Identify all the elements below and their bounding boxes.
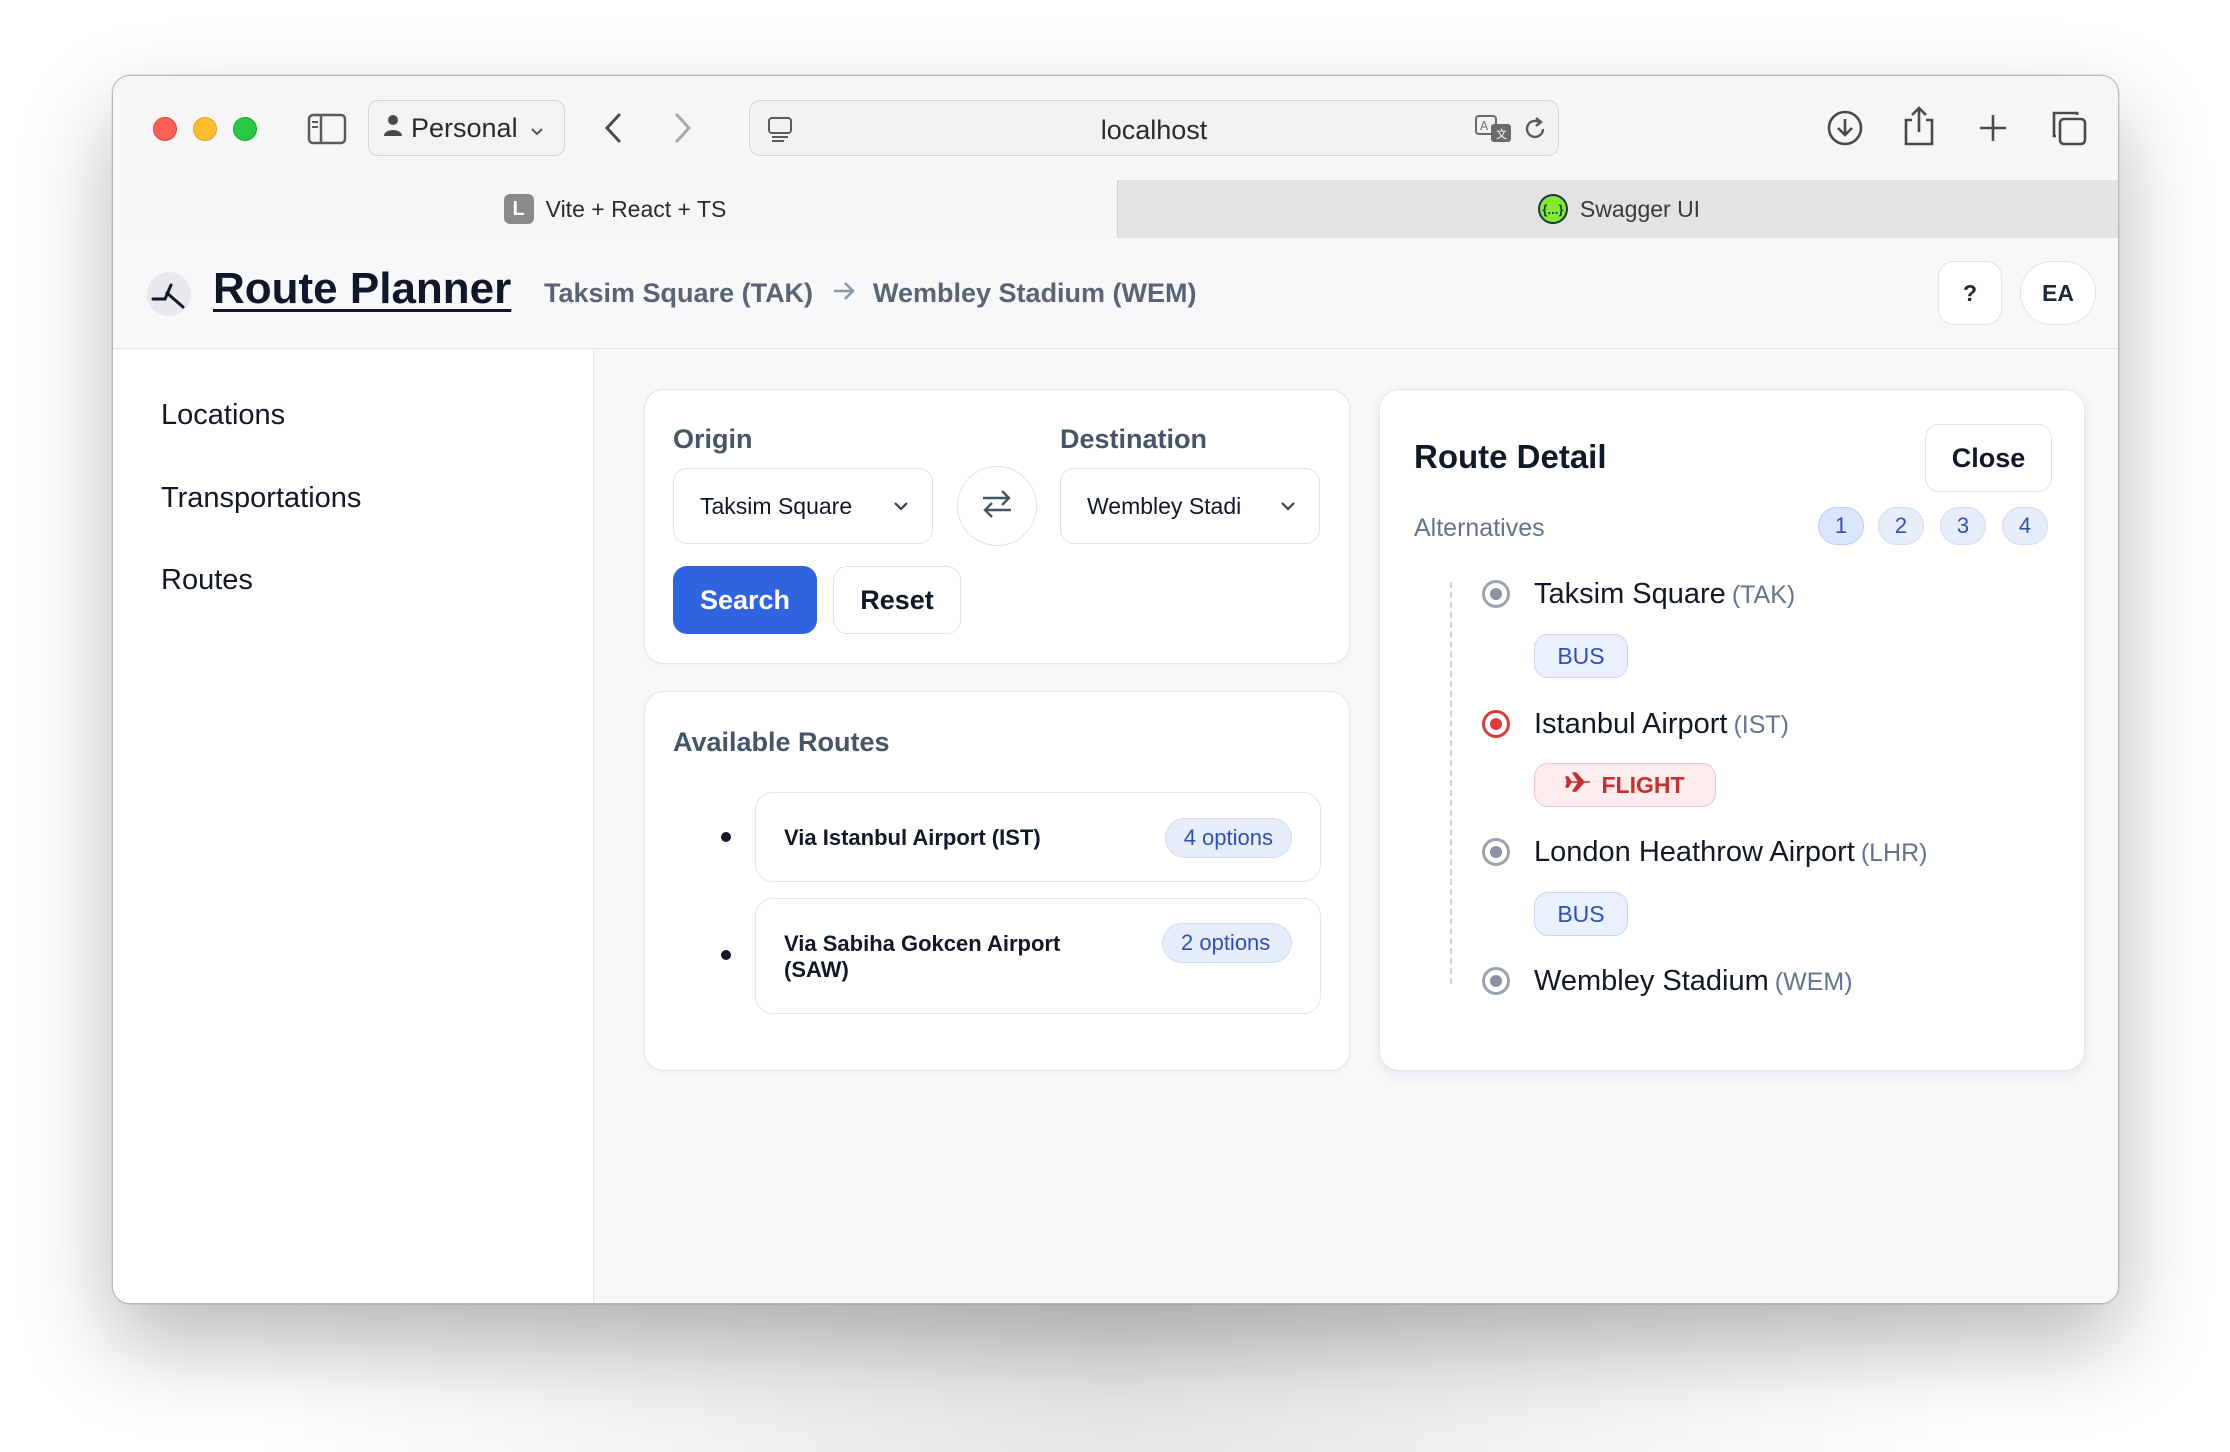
stop-code: (IST)	[1733, 711, 1789, 739]
alternative-1-button[interactable]: 1	[1818, 507, 1864, 545]
svg-text:文: 文	[1496, 127, 1507, 141]
swap-locations-button[interactable]	[957, 466, 1037, 546]
arrow-right-icon	[831, 276, 857, 306]
vite-favicon-icon: L	[503, 194, 534, 224]
origin-value: Taksim Square	[700, 492, 853, 519]
breadcrumb-origin: Taksim Square (TAK)	[544, 278, 814, 308]
back-button[interactable]	[593, 108, 633, 148]
download-icon[interactable]	[1823, 106, 1867, 150]
airplane-icon	[1565, 771, 1591, 799]
stop-code: (LHR)	[1860, 839, 1928, 867]
mode-label: FLIGHT	[1601, 771, 1685, 798]
url-text: localhost	[1100, 115, 1208, 145]
options-badge: 4 options	[1164, 818, 1292, 858]
available-routes-title: Available Routes	[673, 727, 890, 757]
stop-taksim-square: Taksim Square (TAK)	[1534, 578, 1795, 611]
person-icon	[383, 113, 403, 144]
stop-name: London Heathrow Airport	[1534, 836, 1855, 868]
route-name: Via Istanbul Airport (IST)	[784, 825, 1041, 850]
route-logo-icon	[147, 272, 191, 316]
sidebar-toggle-icon[interactable]	[307, 110, 347, 148]
share-icon[interactable]	[1899, 102, 1939, 150]
profile-selector[interactable]: Personal	[368, 100, 565, 156]
tab-overview-icon[interactable]	[2047, 106, 2091, 150]
breadcrumb-destination: Wembley Stadium (WEM)	[873, 278, 1197, 308]
mode-tag-bus: BUS	[1534, 892, 1628, 936]
sidebar: Locations Transportations Routes	[113, 349, 594, 1303]
app-header: Route Planner Taksim Square (TAK) Wemble…	[113, 238, 2118, 349]
origin-select[interactable]: Taksim Square	[673, 468, 933, 544]
stop-marker-active-icon	[1482, 710, 1510, 738]
svg-text:A: A	[1480, 119, 1489, 133]
stop-name: Istanbul Airport	[1534, 708, 1728, 740]
browser-toolbar: Personal localhost A文	[113, 76, 2118, 180]
sidebar-item-routes[interactable]: Routes	[161, 564, 253, 597]
alternatives-label: Alternatives	[1414, 514, 1545, 542]
route-item-ist[interactable]: Via Istanbul Airport (IST) 4 options	[755, 792, 1321, 882]
stop-marker-icon	[1482, 580, 1510, 608]
close-window-button[interactable]	[153, 117, 177, 141]
chevron-down-icon	[1277, 495, 1299, 517]
timeline-line	[1450, 582, 1452, 984]
forward-button[interactable]	[663, 108, 703, 148]
destination-value: Wembley Stadi	[1087, 492, 1242, 519]
stop-marker-icon	[1482, 967, 1510, 995]
mode-tag-flight: FLIGHT	[1534, 763, 1716, 807]
swap-arrows-icon	[979, 488, 1015, 525]
profile-label: Personal	[411, 112, 518, 143]
available-routes-card: Available Routes Via Istanbul Airport (I…	[644, 691, 1350, 1071]
list-bullet	[721, 950, 731, 960]
alternative-4-button[interactable]: 4	[2002, 507, 2048, 545]
mode-label: BUS	[1557, 900, 1605, 927]
avatar[interactable]: EA	[2020, 261, 2096, 325]
close-button[interactable]: Close	[1925, 424, 2052, 492]
reload-icon[interactable]	[1520, 114, 1550, 144]
list-bullet	[721, 832, 731, 842]
help-button[interactable]: ?	[1938, 261, 2002, 325]
address-bar[interactable]: localhost A文	[749, 100, 1559, 156]
swagger-favicon-icon: {...}	[1537, 194, 1568, 224]
stop-istanbul-airport: Istanbul Airport (IST)	[1534, 708, 1789, 741]
app-title[interactable]: Route Planner	[213, 264, 511, 314]
stop-code: (WEM)	[1774, 968, 1853, 996]
chevron-down-icon	[890, 495, 912, 517]
stop-wembley-stadium: Wembley Stadium (WEM)	[1534, 965, 1853, 998]
route-item-saw[interactable]: Via Sabiha Gokcen Airport (SAW) 2 option…	[755, 898, 1321, 1014]
chevron-down-icon	[530, 113, 544, 144]
tab-label: Vite + React + TS	[545, 195, 727, 222]
search-card: Origin Destination Taksim Square Wembley…	[644, 389, 1350, 664]
tab-label: Swagger UI	[1579, 195, 1701, 222]
alternative-2-button[interactable]: 2	[1878, 507, 1924, 545]
tab-strip: L Vite + React + TS {...} Swagger UI	[113, 180, 2118, 238]
mode-tag-bus: BUS	[1534, 634, 1628, 678]
stop-london-heathrow: London Heathrow Airport (LHR)	[1534, 836, 1927, 869]
zoom-window-button[interactable]	[233, 117, 257, 141]
sidebar-item-locations[interactable]: Locations	[161, 399, 285, 432]
tab-swagger-ui[interactable]: {...} Swagger UI	[1117, 180, 2118, 238]
origin-label: Origin	[673, 424, 753, 454]
reset-button[interactable]: Reset	[833, 566, 961, 634]
stop-code: (TAK)	[1731, 581, 1796, 609]
destination-label: Destination	[1060, 424, 1208, 454]
alternative-3-button[interactable]: 3	[1940, 507, 1986, 545]
tab-vite-react[interactable]: L Vite + React + TS	[113, 180, 1117, 238]
search-button[interactable]: Search	[673, 566, 817, 634]
route-detail-card: Route Detail Close Alternatives 1 2 3 4 …	[1379, 389, 2085, 1071]
translate-icon[interactable]: A文	[1474, 112, 1514, 146]
minimize-window-button[interactable]	[193, 117, 217, 141]
options-badge: 2 options	[1162, 923, 1292, 963]
sidebar-item-transportations[interactable]: Transportations	[161, 482, 361, 515]
route-detail-title: Route Detail	[1414, 438, 1607, 475]
destination-select[interactable]: Wembley Stadi	[1060, 468, 1320, 544]
stop-marker-icon	[1482, 838, 1510, 866]
browser-window: Personal localhost A文 L Vite + React + T…	[112, 75, 2119, 1304]
new-tab-icon[interactable]	[1973, 106, 2013, 150]
main-content: Origin Destination Taksim Square Wembley…	[594, 349, 2118, 1303]
app: Route Planner Taksim Square (TAK) Wemble…	[113, 238, 2118, 1303]
mode-label: BUS	[1557, 642, 1605, 669]
stop-name: Wembley Stadium	[1534, 965, 1769, 997]
route-name: Via Sabiha Gokcen Airport (SAW)	[784, 931, 1061, 982]
stop-name: Taksim Square	[1534, 578, 1726, 610]
